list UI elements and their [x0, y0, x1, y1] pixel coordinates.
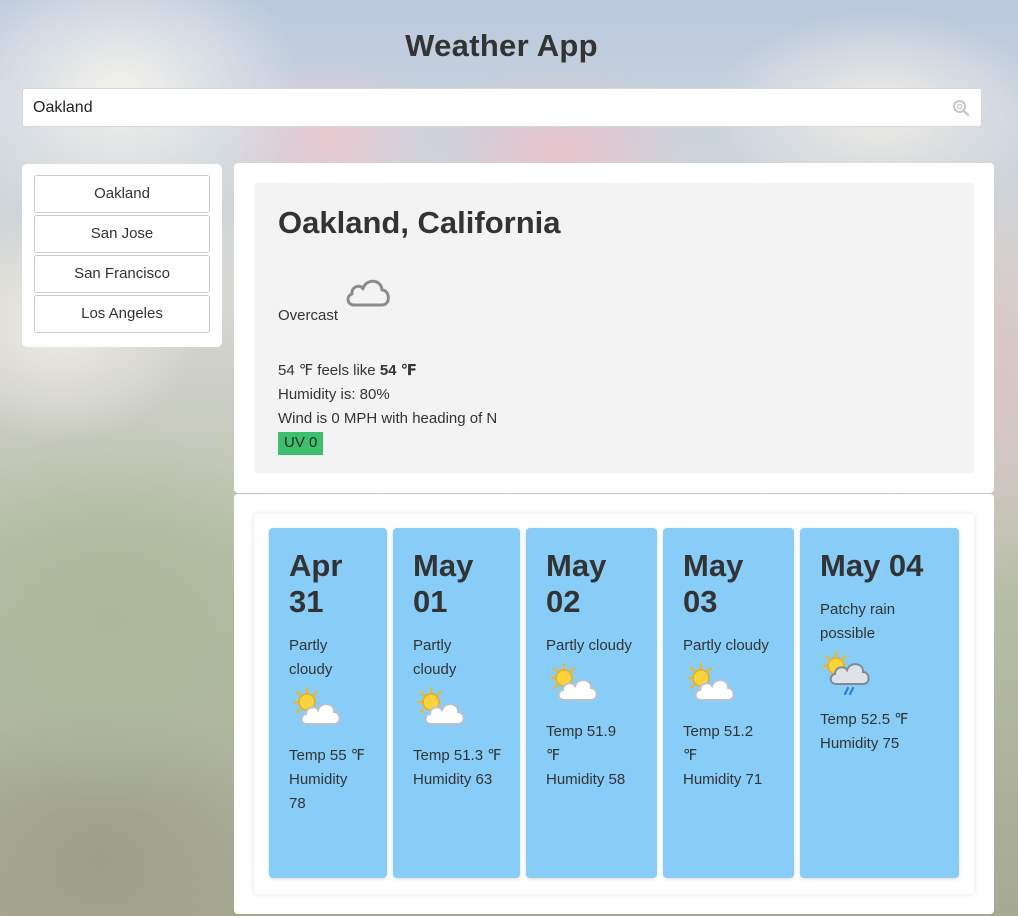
forecast-humidity: Humidity 78 — [289, 771, 348, 812]
forecast-humidity: Humidity 75 — [820, 735, 900, 752]
city-button-san-francisco[interactable]: San Francisco — [34, 255, 210, 293]
forecast-temp: Temp 51.9 ℉ — [546, 723, 617, 764]
forecast-humidity: Humidity 58 — [546, 771, 626, 788]
forecast-humidity: Humidity 63 — [413, 771, 493, 788]
search-input[interactable] — [33, 98, 951, 117]
forecast-day: May 03 Partly cloudy Temp 51.2 ℉ Humidit… — [663, 528, 794, 878]
city-button-los-angeles[interactable]: Los Angeles — [34, 295, 210, 333]
current-weather-card: Oakland, California Overcast 54 ℉ feels … — [234, 163, 994, 493]
forecast-condition: Partly cloudy — [683, 637, 769, 654]
city-button-oakland[interactable]: Oakland — [34, 175, 210, 213]
current-condition: Overcast — [278, 275, 392, 324]
condition-text: Overcast — [278, 307, 339, 324]
city-button-san-jose[interactable]: San Jose — [34, 215, 210, 253]
forecast-day: May 01 Partly cloudy Temp 51.3 ℉ Humidit… — [393, 528, 520, 878]
forecast-humidity: Humidity 71 — [683, 771, 763, 788]
forecast-condition: Partly cloudy — [413, 637, 457, 678]
forecast-card: Apr 31 Partly cloudy Temp 55 ℉ Humidity … — [234, 494, 994, 914]
forecast-date: Apr 31 — [289, 548, 343, 619]
forecast-day: May 02 Partly cloudy Temp 51.9 ℉ Humidit… — [526, 528, 657, 878]
temperature-text: 54 ℉ feels like — [278, 362, 380, 379]
current-weather-panel: Oakland, California Overcast 54 ℉ feels … — [254, 183, 974, 473]
forecast-day: Apr 31 Partly cloudy Temp 55 ℉ Humidity … — [269, 528, 387, 878]
wind-text: Wind is 0 MPH with heading of N — [278, 410, 498, 427]
forecast-condition: Patchy rain possible — [820, 601, 896, 642]
forecast-day: May 04 Patchy rain possible Temp 52.5 ℉ … — [800, 528, 959, 878]
uv-badge: UV 0 — [278, 432, 324, 455]
current-details: 54 ℉ feels like 54 ℉ Humidity is: 80% Wi… — [278, 359, 497, 455]
forecast-date: May 04 — [820, 548, 924, 583]
cloud-icon — [344, 275, 392, 314]
search-bar[interactable] — [22, 88, 982, 127]
forecast-date: May 02 — [546, 548, 607, 619]
search-icon[interactable] — [951, 98, 971, 118]
forecast-temp: Temp 51.3 ℉ — [413, 747, 502, 764]
forecast-temp: Temp 55 ℉ — [289, 747, 365, 764]
temperature-line: 54 ℉ feels like 54 ℉ — [278, 359, 497, 383]
humidity-text: Humidity is: 80% — [278, 386, 390, 403]
partly-cloudy-icon — [413, 686, 500, 734]
forecast-date: May 01 — [413, 548, 474, 619]
forecast-condition: Partly cloudy — [289, 637, 333, 678]
patchy-rain-icon — [820, 650, 939, 698]
forecast-date: May 03 — [683, 548, 744, 619]
city-list: Oakland San Jose San Francisco Los Angel… — [22, 164, 222, 347]
feels-like-value: 54 ℉ — [379, 362, 417, 379]
partly-cloudy-icon — [546, 662, 637, 710]
partly-cloudy-icon — [289, 686, 367, 734]
page-title: Weather App — [405, 28, 598, 63]
forecast-temp: Temp 51.2 ℉ — [683, 723, 754, 764]
location-title: Oakland, California — [278, 205, 561, 240]
forecast-temp: Temp 52.5 ℉ — [820, 711, 909, 728]
forecast-row: Apr 31 Partly cloudy Temp 55 ℉ Humidity … — [254, 514, 974, 894]
forecast-condition: Partly cloudy — [546, 637, 632, 654]
partly-cloudy-icon — [683, 662, 774, 710]
